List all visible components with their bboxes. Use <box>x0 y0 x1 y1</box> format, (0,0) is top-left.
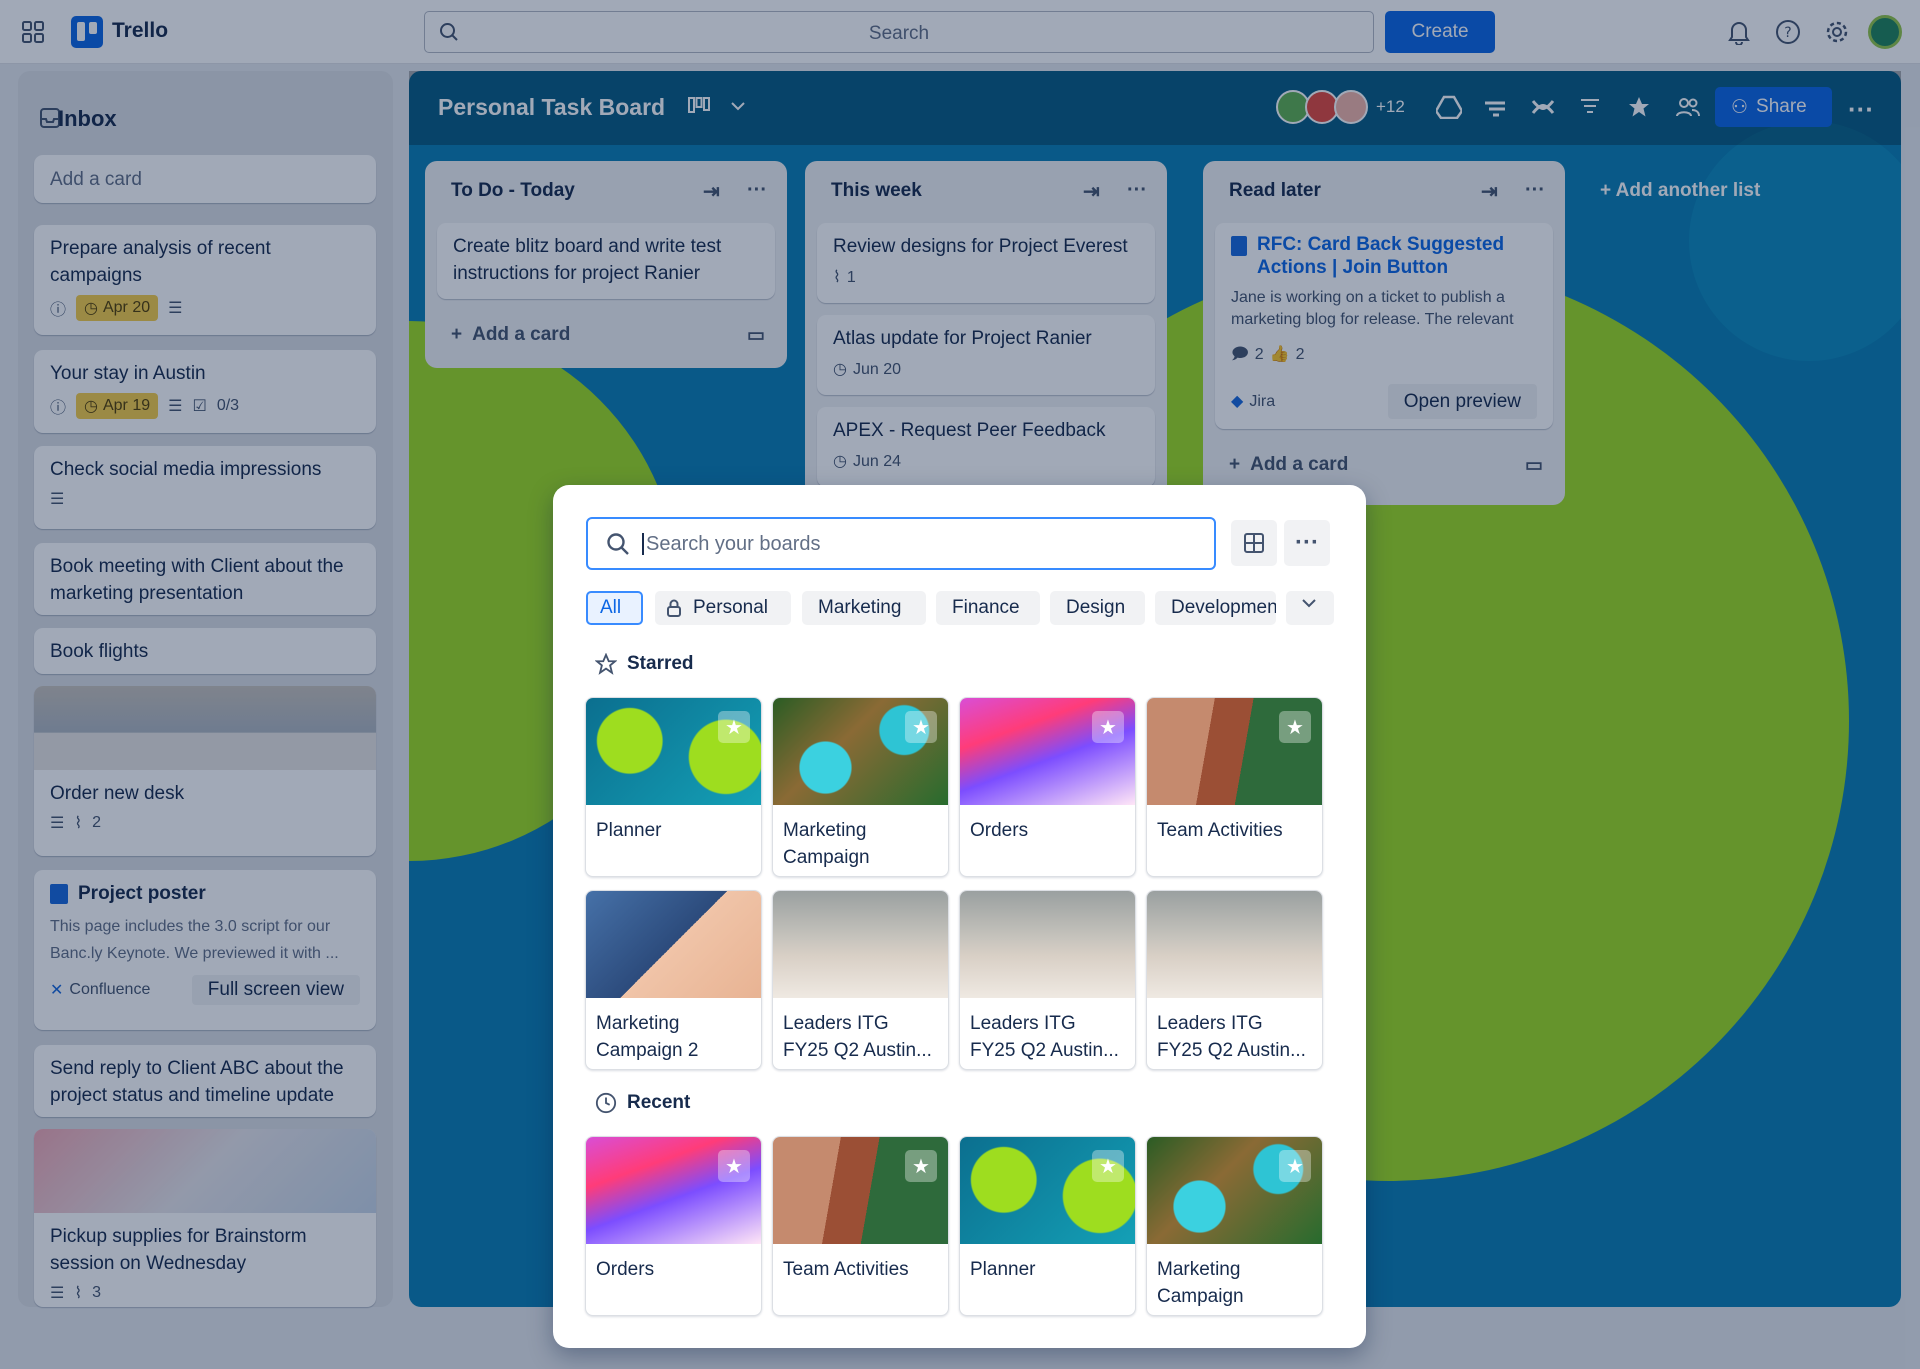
board-tile[interactable]: Marketing Campaign 2 <box>585 890 762 1070</box>
board-tile[interactable]: ★ Orders <box>585 1136 762 1316</box>
filter-chip-label: Personal <box>693 597 768 618</box>
board-tile[interactable]: Leaders ITG FY25 Q2 Austin... <box>772 890 949 1070</box>
star-icon[interactable]: ★ <box>1279 1150 1311 1182</box>
star-outline-icon <box>595 653 617 675</box>
board-thumbnail: ★ <box>1147 698 1322 805</box>
board-name: Leaders ITG FY25 Q2 Austin... <box>1157 1013 1306 1061</box>
filter-chip-development[interactable]: Development <box>1155 591 1276 625</box>
grid-view-button[interactable] <box>1231 520 1277 566</box>
board-tile[interactable]: ★ Planner <box>959 1136 1136 1316</box>
board-name: Planner <box>970 1259 1036 1280</box>
board-name: Marketing Campaign <box>783 820 870 868</box>
board-name: Team Activities <box>1157 820 1283 841</box>
board-tile[interactable]: Leaders ITG FY25 Q2 Austin... <box>959 890 1136 1070</box>
board-thumbnail: ★ <box>773 1137 948 1244</box>
board-tile[interactable]: ★ Orders <box>959 697 1136 877</box>
search-icon <box>606 532 630 556</box>
section-title: Starred <box>627 653 694 674</box>
board-name: Marketing Campaign 2 <box>596 1013 699 1061</box>
board-name: Orders <box>970 820 1029 841</box>
star-icon[interactable]: ★ <box>905 1150 937 1182</box>
board-name: Planner <box>596 820 662 841</box>
board-thumbnail <box>1147 891 1322 998</box>
board-thumbnail <box>773 891 948 998</box>
filter-chip-marketing[interactable]: Marketing <box>802 591 926 625</box>
star-icon[interactable]: ★ <box>718 1150 750 1182</box>
section-title: Recent <box>627 1092 691 1113</box>
star-icon[interactable]: ★ <box>1092 711 1124 743</box>
chevron-down-icon <box>1302 599 1316 608</box>
board-thumbnail: ★ <box>586 1137 761 1244</box>
board-name: Team Activities <box>783 1259 909 1280</box>
board-thumbnail: ★ <box>960 1137 1135 1244</box>
board-name: Leaders ITG FY25 Q2 Austin... <box>783 1013 932 1061</box>
star-icon[interactable]: ★ <box>718 711 750 743</box>
board-thumbnail <box>586 891 761 998</box>
board-tile[interactable]: ★ Marketing Campaign <box>772 697 949 877</box>
star-icon[interactable]: ★ <box>1279 711 1311 743</box>
recent-section-header: Recent <box>595 1092 690 1114</box>
board-thumbnail: ★ <box>586 698 761 805</box>
board-name: Leaders ITG FY25 Q2 Austin... <box>970 1013 1119 1061</box>
clock-icon <box>595 1092 617 1114</box>
star-icon[interactable]: ★ <box>905 711 937 743</box>
board-search-placeholder: Search your boards <box>642 533 821 555</box>
board-search-input[interactable]: Search your boards <box>586 517 1216 570</box>
board-name: Marketing Campaign <box>1157 1259 1244 1307</box>
more-options-button[interactable]: ··· <box>1284 520 1330 566</box>
filter-chip-design[interactable]: Design <box>1050 591 1145 625</box>
filter-chip-finance[interactable]: Finance <box>936 591 1040 625</box>
lock-icon <box>667 599 681 617</box>
board-tile[interactable]: ★ Team Activities <box>1146 697 1323 877</box>
star-icon[interactable]: ★ <box>1092 1150 1124 1182</box>
board-tile[interactable]: Leaders ITG FY25 Q2 Austin... <box>1146 890 1323 1070</box>
more-filters-button[interactable] <box>1286 591 1334 625</box>
board-thumbnail: ★ <box>960 698 1135 805</box>
filter-chip-all[interactable]: All <box>586 591 643 625</box>
board-thumbnail: ★ <box>1147 1137 1322 1244</box>
board-name: Orders <box>596 1259 655 1280</box>
board-thumbnail <box>960 891 1135 998</box>
filter-chip-personal[interactable]: Personal <box>655 591 791 625</box>
starred-section-header: Starred <box>595 653 694 675</box>
board-tile[interactable]: ★ Team Activities <box>772 1136 949 1316</box>
grid-view-icon <box>1244 533 1264 553</box>
board-tile[interactable]: ★ Planner <box>585 697 762 877</box>
board-thumbnail: ★ <box>773 698 948 805</box>
board-tile[interactable]: ★ Marketing Campaign <box>1146 1136 1323 1316</box>
